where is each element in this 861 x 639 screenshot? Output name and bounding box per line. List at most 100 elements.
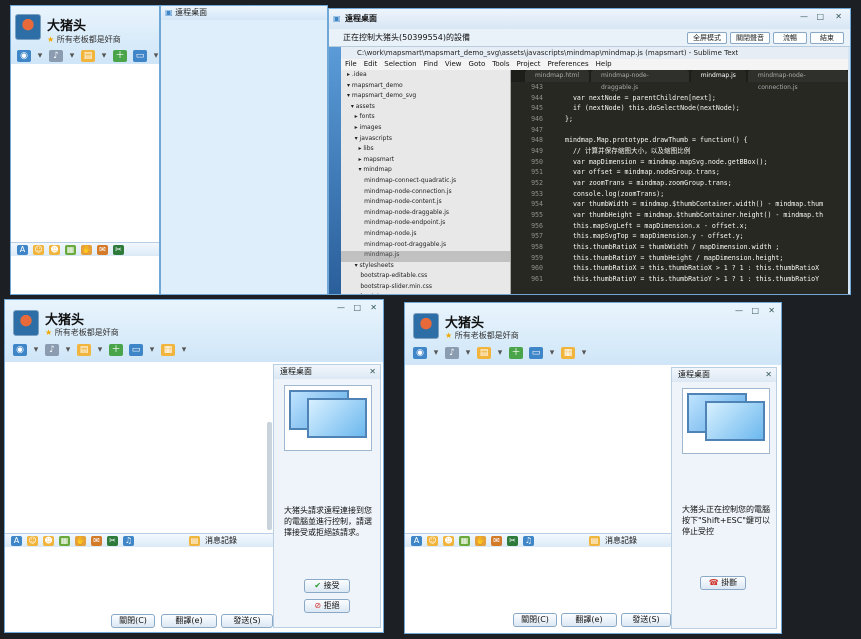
chevron-down-icon[interactable]: ▾: [65, 344, 71, 356]
maximize-button[interactable]: □: [751, 306, 759, 315]
send-button[interactable]: 發送(S): [621, 613, 671, 627]
tree-item[interactable]: ▸ images: [347, 123, 456, 134]
chevron-down-icon[interactable]: ▾: [101, 50, 107, 62]
tree-item[interactable]: mindmap-node-connection.js: [347, 187, 456, 198]
menu-item[interactable]: View: [445, 59, 462, 70]
editor-tab[interactable]: mindmap.html: [525, 70, 590, 82]
reject-button[interactable]: ⊘ 拒絕: [304, 599, 350, 613]
shake-icon[interactable]: ✋: [475, 535, 486, 546]
remote-desktop-icon[interactable]: ▭: [133, 50, 147, 62]
chevron-down-icon[interactable]: ▾: [97, 344, 103, 356]
image-icon[interactable]: ▦: [65, 244, 76, 255]
send-button[interactable]: 發送(S): [221, 614, 273, 628]
chevron-down-icon[interactable]: ▾: [465, 347, 471, 359]
fullscreen-button[interactable]: 全屏模式: [687, 32, 727, 44]
video-call-icon[interactable]: ◉: [413, 347, 427, 359]
music-icon[interactable]: ♫: [123, 535, 134, 546]
emoji-icon[interactable]: ☺: [427, 535, 438, 546]
menu-item[interactable]: Selection: [384, 59, 416, 70]
avatar[interactable]: [13, 310, 39, 336]
tree-item[interactable]: mindmap-node-draggable.js: [347, 208, 456, 219]
menu-item[interactable]: Goto: [469, 59, 486, 70]
chevron-down-icon[interactable]: ▾: [33, 344, 39, 356]
emoji-icon[interactable]: ☺: [27, 535, 38, 546]
message-input[interactable]: [405, 548, 671, 608]
chevron-down-icon[interactable]: ▾: [149, 344, 155, 356]
file-transfer-icon[interactable]: ▤: [81, 50, 95, 62]
remote-desktop-icon[interactable]: ▭: [129, 344, 143, 356]
tree-item[interactable]: ▾ javascripts: [347, 134, 456, 145]
menu-item[interactable]: Preferences: [547, 59, 588, 70]
voice-call-icon[interactable]: ♪: [45, 344, 59, 356]
menu-item[interactable]: Find: [424, 59, 438, 70]
editor-tab[interactable]: mindmap.js: [690, 70, 746, 82]
message-input[interactable]: [11, 257, 159, 294]
image-icon[interactable]: ▦: [59, 535, 70, 546]
apps-icon[interactable]: ▦: [561, 347, 575, 359]
magic-emoji-icon[interactable]: ☻: [443, 535, 454, 546]
chevron-down-icon[interactable]: ▾: [497, 347, 503, 359]
font-icon[interactable]: A: [11, 535, 22, 546]
video-call-icon[interactable]: ◉: [17, 50, 31, 62]
tree-item[interactable]: ▾ mindmap: [347, 165, 456, 176]
fluent-button[interactable]: 流暢: [773, 32, 807, 44]
maximize-button[interactable]: □: [353, 303, 361, 312]
tree-item[interactable]: mindmap-root-draggable.js: [347, 240, 456, 251]
tree-item[interactable]: bootstrap.css: [347, 292, 456, 294]
file-transfer-icon[interactable]: ▤: [77, 344, 91, 356]
close-chat-button[interactable]: 關閉(C): [513, 613, 557, 627]
screenshot-icon[interactable]: ✂: [113, 244, 124, 255]
chevron-down-icon[interactable]: ▾: [37, 50, 43, 62]
history-icon[interactable]: ▤: [589, 535, 600, 546]
chevron-down-icon[interactable]: ▾: [69, 50, 75, 62]
font-icon[interactable]: A: [17, 244, 28, 255]
voice-call-icon[interactable]: ♪: [49, 50, 63, 62]
minimize-button[interactable]: —: [800, 12, 808, 21]
close-button[interactable]: ✕: [835, 12, 842, 21]
tree-item[interactable]: bootstrap-slider.min.css: [347, 282, 456, 293]
shake-icon[interactable]: ✋: [75, 535, 86, 546]
menu-item[interactable]: Help: [596, 59, 612, 70]
minimize-button[interactable]: —: [735, 306, 743, 315]
chevron-down-icon[interactable]: ▾: [433, 347, 439, 359]
editor-tab[interactable]: mindmap-node-connection.js: [747, 70, 848, 91]
close-icon[interactable]: ✕: [369, 367, 376, 376]
tree-item[interactable]: ▸ mapsmart: [347, 155, 456, 166]
tree-item[interactable]: ▸ fonts: [347, 112, 456, 123]
end-button[interactable]: 結束: [810, 32, 844, 44]
tree-item[interactable]: mindmap-node-content.js: [347, 197, 456, 208]
accept-button[interactable]: ✔ 接受: [304, 579, 350, 593]
remote-assist-icon[interactable]: ＋: [509, 347, 523, 359]
screenshot-icon[interactable]: ✂: [107, 535, 118, 546]
translate-button[interactable]: 翻譯(e): [561, 613, 617, 627]
voice-call-icon[interactable]: ♪: [445, 347, 459, 359]
apps-icon[interactable]: ▦: [161, 344, 175, 356]
tree-item[interactable]: mindmap-connect-quadratic.js: [347, 176, 456, 187]
menu-item[interactable]: Edit: [364, 59, 378, 70]
gift-icon[interactable]: ✉: [491, 535, 502, 546]
menu-item[interactable]: File: [345, 59, 357, 70]
video-call-icon[interactable]: ◉: [13, 344, 27, 356]
shake-icon[interactable]: ✋: [81, 244, 92, 255]
code-editor[interactable]: 943 944 945 946 947 948 949 950 951 952 953 954 955 9…: [511, 82, 848, 294]
history-label[interactable]: 消息記錄: [605, 536, 637, 546]
close-icon[interactable]: ✕: [765, 370, 772, 379]
scrollbar[interactable]: [267, 422, 272, 530]
image-icon[interactable]: ▦: [459, 535, 470, 546]
chevron-down-icon[interactable]: ▾: [181, 344, 187, 356]
avatar[interactable]: [15, 14, 41, 40]
avatar[interactable]: [413, 313, 439, 339]
tree-item[interactable]: ▸ .idea: [347, 70, 456, 81]
screenshot-icon[interactable]: ✂: [507, 535, 518, 546]
hangup-button[interactable]: ☎ 掛斷: [700, 576, 746, 590]
tree-item[interactable]: ▾ stylesheets: [347, 261, 456, 272]
close-button[interactable]: ✕: [370, 303, 377, 312]
close-chat-button[interactable]: 關閉(C): [111, 614, 155, 628]
message-input[interactable]: [5, 548, 273, 608]
menu-item[interactable]: Tools: [492, 59, 509, 70]
remote-assist-icon[interactable]: ＋: [109, 344, 123, 356]
gift-icon[interactable]: ✉: [97, 244, 108, 255]
menu-item[interactable]: Project: [517, 59, 541, 70]
tree-item[interactable]: ▸ libs: [347, 144, 456, 155]
history-label[interactable]: 消息記錄: [205, 536, 237, 546]
